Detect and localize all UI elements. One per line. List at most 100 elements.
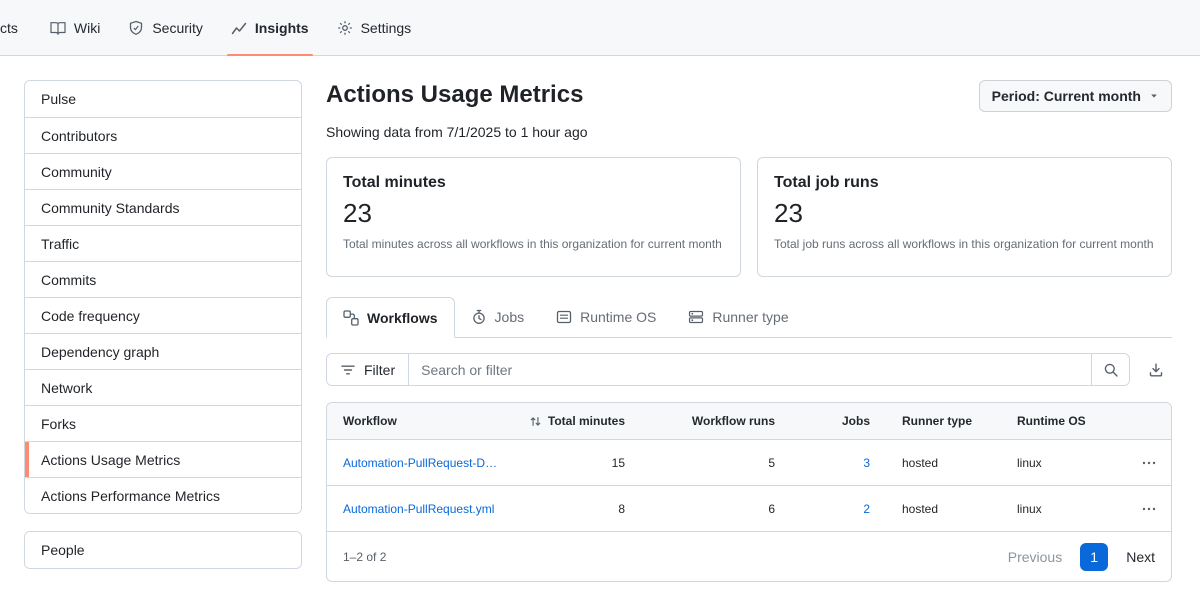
sidebar-item-community-standards[interactable]: Community Standards (25, 189, 301, 225)
nav-item-label: cts (0, 20, 18, 36)
page-content: Pulse Contributors Community Community S… (0, 56, 1200, 582)
tab-runtime-os[interactable]: Runtime OS (540, 296, 672, 337)
card-value: 23 (343, 198, 724, 229)
column-header-label: Total minutes (548, 414, 625, 428)
column-header-total-minutes[interactable]: Total minutes (516, 414, 641, 428)
pagination: 1–2 of 2 Previous 1 Next (327, 532, 1171, 581)
jobs-link[interactable]: 2 (791, 502, 886, 516)
nav-item-wiki[interactable]: Wiki (36, 0, 114, 55)
tab-label: Jobs (495, 309, 525, 325)
card-title: Total job runs (774, 174, 1155, 192)
stopwatch-icon (471, 309, 487, 325)
people-sidebar-list: People (24, 531, 302, 569)
tab-label: Runner type (712, 309, 788, 325)
sidebar-item-actions-performance-metrics[interactable]: Actions Performance Metrics (25, 477, 301, 513)
sidebar-item-people[interactable]: People (25, 532, 301, 568)
kebab-icon (1141, 455, 1157, 471)
date-range-text: Showing data from 7/1/2025 to 1 hour ago (326, 124, 1172, 140)
workflow-link[interactable]: Automation-PullRequest.yml (327, 502, 516, 516)
card-description: Total minutes across all workflows in th… (343, 236, 724, 253)
search-button[interactable] (1091, 354, 1129, 385)
nav-item-label: Settings (361, 20, 412, 36)
nav-item-settings[interactable]: Settings (323, 0, 426, 55)
nav-item-projects-partial[interactable]: cts (0, 0, 36, 55)
nav-item-label: Insights (255, 20, 309, 36)
page-1-button[interactable]: 1 (1080, 543, 1108, 571)
pager-controls: Previous 1 Next (1008, 543, 1155, 571)
next-page-button[interactable]: Next (1126, 549, 1155, 565)
total-minutes-cell: 15 (516, 456, 641, 470)
runner-type-cell: hosted (886, 456, 1001, 470)
page-title: Actions Usage Metrics (326, 80, 583, 110)
metrics-tabs: Workflows Jobs Runtime OS Runner type (326, 296, 1172, 338)
sidebar-item-code-frequency[interactable]: Code frequency (25, 297, 301, 333)
total-job-runs-card: Total job runs 23 Total job runs across … (757, 157, 1172, 277)
column-header-runtime-os[interactable]: Runtime OS (1001, 414, 1126, 428)
tab-label: Workflows (367, 310, 438, 326)
insights-sidebar-list: Pulse Contributors Community Community S… (24, 80, 302, 514)
card-value: 23 (774, 198, 1155, 229)
sort-icon (529, 415, 542, 428)
search-input[interactable] (409, 354, 1091, 385)
gear-icon (337, 20, 353, 36)
filter-button-label: Filter (364, 362, 395, 378)
filter-row: Filter (326, 353, 1172, 386)
table-row: Automation-PullRequest-Da… 15 5 3 hosted… (327, 440, 1171, 486)
book-icon (50, 20, 66, 36)
server-icon (688, 309, 704, 325)
runtime-os-cell: linux (1001, 502, 1126, 516)
column-header-workflow-runs[interactable]: Workflow runs (641, 414, 791, 428)
table-row: Automation-PullRequest.yml 8 6 2 hosted … (327, 486, 1171, 532)
previous-page-button[interactable]: Previous (1008, 549, 1062, 565)
shield-icon (128, 20, 144, 36)
workflow-runs-cell: 5 (641, 456, 791, 470)
main-content: Actions Usage Metrics Period: Current mo… (326, 80, 1172, 582)
jobs-link[interactable]: 3 (791, 456, 886, 470)
graph-icon (231, 20, 247, 36)
repo-nav-tabs: cts Wiki Security Insights Settings (0, 0, 425, 55)
download-icon (1148, 362, 1164, 378)
sidebar-item-forks[interactable]: Forks (25, 405, 301, 441)
workflows-table: Workflow Total minutes Workflow runs Job… (326, 402, 1172, 582)
card-title: Total minutes (343, 174, 724, 192)
nav-item-label: Wiki (74, 20, 100, 36)
nav-item-security[interactable]: Security (114, 0, 217, 55)
sidebar-item-pulse[interactable]: Pulse (25, 81, 301, 117)
filter-button[interactable]: Filter (327, 354, 409, 385)
insights-sidebar: Pulse Contributors Community Community S… (24, 80, 302, 582)
sidebar-item-contributors[interactable]: Contributors (25, 117, 301, 153)
table-header-row: Workflow Total minutes Workflow runs Job… (327, 403, 1171, 440)
metric-cards: Total minutes 23 Total minutes across al… (326, 157, 1172, 277)
runner-type-cell: hosted (886, 502, 1001, 516)
sidebar-item-commits[interactable]: Commits (25, 261, 301, 297)
total-minutes-card: Total minutes 23 Total minutes across al… (326, 157, 741, 277)
tab-runner-type[interactable]: Runner type (672, 296, 804, 337)
period-dropdown-label: Period: Current month (992, 88, 1141, 104)
tab-workflows[interactable]: Workflows (326, 297, 455, 338)
device-icon (556, 309, 572, 325)
column-header-runner-type[interactable]: Runner type (886, 414, 1001, 428)
total-minutes-cell: 8 (516, 502, 641, 516)
row-menu-button[interactable] (1137, 497, 1161, 521)
workflow-icon (343, 310, 359, 326)
sidebar-item-traffic[interactable]: Traffic (25, 225, 301, 261)
tab-jobs[interactable]: Jobs (455, 296, 541, 337)
download-button[interactable] (1140, 354, 1172, 386)
column-header-workflow[interactable]: Workflow (327, 414, 516, 428)
column-header-jobs[interactable]: Jobs (791, 414, 886, 428)
chevron-down-icon (1149, 91, 1159, 101)
filter-bar: Filter (326, 353, 1130, 386)
period-dropdown[interactable]: Period: Current month (979, 80, 1172, 112)
sidebar-item-community[interactable]: Community (25, 153, 301, 189)
main-header: Actions Usage Metrics Period: Current mo… (326, 80, 1172, 112)
runtime-os-cell: linux (1001, 456, 1126, 470)
workflow-link[interactable]: Automation-PullRequest-Da… (327, 456, 516, 470)
sidebar-item-actions-usage-metrics[interactable]: Actions Usage Metrics (25, 441, 301, 477)
sidebar-item-dependency-graph[interactable]: Dependency graph (25, 333, 301, 369)
sidebar-item-network[interactable]: Network (25, 369, 301, 405)
filter-icon (340, 362, 356, 378)
nav-item-insights[interactable]: Insights (217, 0, 323, 55)
nav-item-label: Security (152, 20, 203, 36)
workflow-runs-cell: 6 (641, 502, 791, 516)
row-menu-button[interactable] (1137, 451, 1161, 475)
